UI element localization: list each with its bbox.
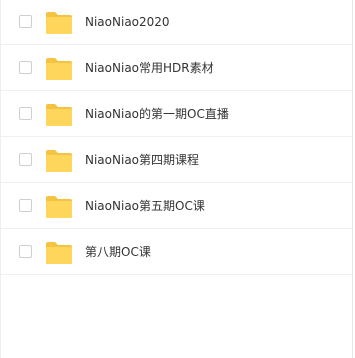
- file-list: NiaoNiao2020 NiaoNiao常用HDR素材 NiaoNiao的第一…: [1, 0, 352, 276]
- folder-icon: [46, 104, 72, 126]
- file-row[interactable]: NiaoNiao常用HDR素材: [1, 46, 352, 91]
- file-list-panel: NiaoNiao2020 NiaoNiao常用HDR素材 NiaoNiao的第一…: [0, 0, 353, 358]
- row-checkbox[interactable]: [19, 199, 32, 212]
- row-checkbox[interactable]: [19, 153, 32, 166]
- row-checkbox[interactable]: [19, 61, 32, 74]
- folder-icon: [46, 150, 72, 172]
- row-checkbox[interactable]: [19, 245, 32, 258]
- row-checkbox[interactable]: [19, 107, 32, 120]
- file-name[interactable]: 第八期OC课: [85, 244, 151, 260]
- folder-icon: [46, 58, 72, 80]
- folder-icon: [46, 12, 72, 34]
- file-row[interactable]: 第八期OC课: [1, 230, 352, 275]
- file-row[interactable]: NiaoNiao2020: [1, 0, 352, 45]
- file-name[interactable]: NiaoNiao2020: [85, 14, 170, 30]
- file-row[interactable]: NiaoNiao的第一期OC直播: [1, 92, 352, 137]
- file-name[interactable]: NiaoNiao第五期OC课: [85, 198, 205, 214]
- folder-icon: [46, 242, 72, 264]
- file-row[interactable]: NiaoNiao第五期OC课: [1, 184, 352, 229]
- row-checkbox[interactable]: [19, 15, 32, 28]
- folder-icon: [46, 196, 72, 218]
- file-name[interactable]: NiaoNiao的第一期OC直播: [85, 106, 229, 122]
- file-name[interactable]: NiaoNiao第四期课程: [85, 152, 199, 168]
- file-name[interactable]: NiaoNiao常用HDR素材: [85, 60, 214, 76]
- file-row[interactable]: NiaoNiao第四期课程: [1, 138, 352, 183]
